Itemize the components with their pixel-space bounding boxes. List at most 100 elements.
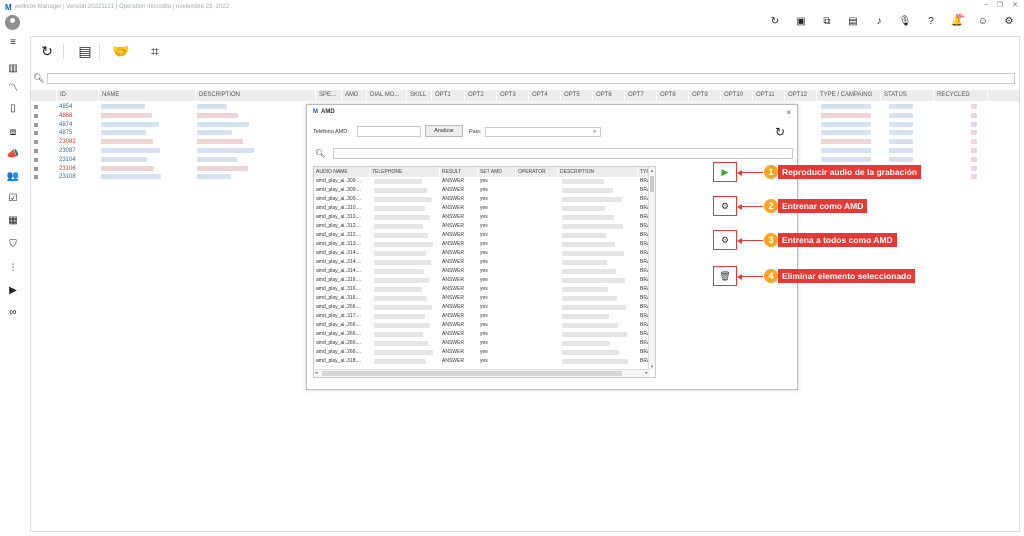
briefcase-icon[interactable]: ▣ [794,15,808,29]
row-id[interactable]: 23108 [59,173,76,181]
scroll-left-icon[interactable]: ◂ [315,370,318,376]
refresh-icon[interactable]: ↻ [37,41,57,61]
settings-icon[interactable]: ⚙ [1002,15,1016,29]
dialog-search-input[interactable] [333,148,793,159]
minimize-button[interactable]: – [984,1,988,9]
workflow-icon[interactable]: ⧈ [5,126,21,140]
amd-table-row[interactable]: amd_play_ai..266.... ANSWER yes BRA [314,348,650,357]
document-icon[interactable]: ▯ [5,102,21,116]
refresh-icon[interactable]: ↻ [768,15,782,29]
amd-table-row[interactable]: amd_play_ai..317.... ANSWER yes BRA [314,312,650,321]
refresh-icon[interactable]: ↻ [775,125,785,139]
grid-column-header[interactable]: OPT5 [561,90,593,101]
scroll-down-icon[interactable]: ▼ [650,364,654,369]
grid-column-header[interactable]: DESCRIPTION [196,90,316,101]
grid-column-header[interactable]: AMD [342,90,367,101]
bar-chart-icon[interactable]: ▥ [5,62,21,76]
amd-column-header[interactable]: DESCRIPTION [558,167,638,177]
amd-table-row[interactable]: amd_play_ai..309.... ANSWER yes BRA [314,186,650,195]
amd-table-row[interactable]: amd_play_ai..310.... ANSWER yes BRA [314,213,650,222]
grid-column-header[interactable]: OPT4 [529,90,561,101]
amd-table-row[interactable]: amd_play_ai..316.... ANSWER yes BRA [314,285,650,294]
search-icon[interactable]: 🔍︎ [33,73,47,84]
amd-table-row[interactable]: amd_play_ai..309.... ANSWER yes BRA [314,177,650,186]
amd-table-row[interactable]: amd_play_ai..266.... ANSWER yes BRA [314,339,650,348]
amd-table-row[interactable]: amd_play_ai..316.... ANSWER yes BRA [314,276,650,285]
train-amd-icon[interactable]: ⚙ [713,196,737,216]
maximize-button[interactable]: ❐ [997,1,1003,9]
amd-column-header[interactable]: TELEPHONE [370,167,440,177]
id-card-icon[interactable]: ▤ [846,15,860,29]
amd-column-header[interactable]: OPERATOR [516,167,558,177]
scroll-thumb[interactable] [322,371,622,376]
video-icon[interactable]: ▶ [5,284,21,298]
amd-table-row[interactable]: amd_play_ai..312.... ANSWER yes BRA [314,222,650,231]
menu-icon[interactable]: ≡ [5,36,21,50]
amd-column-header[interactable]: RESULT [440,167,478,177]
row-id[interactable]: 23087 [59,147,76,155]
trend-icon[interactable]: 〽 [5,82,21,96]
avatar[interactable] [5,15,20,30]
close-window-button[interactable]: ✕ [1012,1,1018,9]
amd-table-row[interactable]: amd_play_ai..318.... ANSWER yes BRA [314,357,650,366]
bell-icon[interactable]: 🔔 99+ [950,14,965,29]
grid-column-header[interactable]: OPT1 [432,90,465,101]
copy-icon[interactable]: ⧉ [820,15,834,29]
grid-column-header[interactable]: OPT10 [721,90,753,101]
add-list-icon[interactable]: ▤ [75,41,95,61]
grid-column-header[interactable]: ID [57,90,99,101]
grid-column-header[interactable]: SPE... [316,90,342,101]
amd-table-row[interactable]: amd_play_ai..266.... ANSWER yes BRA [314,303,650,312]
grid-column-header[interactable]: OPT7 [625,90,657,101]
row-id[interactable]: 23106 [59,165,76,173]
shield-icon[interactable]: ⛉ [5,238,21,252]
horizontal-scrollbar[interactable]: ◂ ▸ [314,369,650,377]
grid-column-header[interactable]: OPT12 [785,90,817,101]
scroll-thumb[interactable] [650,176,654,192]
chip-icon[interactable]: ⌗ [145,41,165,61]
row-id[interactable]: 4875 [59,129,72,137]
amd-table-row[interactable]: amd_play_ai..309.... ANSWER yes BRA [314,195,650,204]
scroll-up-icon[interactable]: ▲ [650,168,654,173]
microphone-icon[interactable]: 🎙 [898,15,912,29]
report-icon[interactable]: ▦ [5,214,21,228]
grid-column-header[interactable]: DIAL MO... [367,90,407,101]
train-all-amd-icon[interactable]: ⚙ [713,230,737,250]
amd-table-row[interactable]: amd_play_ai..266.... ANSWER yes BRA [314,321,650,330]
users-icon[interactable]: 👥 [5,170,21,184]
scroll-right-icon[interactable]: ▸ [645,370,648,376]
grid-column-header[interactable]: OPT11 [753,90,785,101]
amd-table-row[interactable]: amd_play_ai..310.... ANSWER yes BRA [314,204,650,213]
play-icon[interactable]: ▶ [713,162,737,182]
row-id[interactable]: 4854 [59,103,72,111]
amd-table-row[interactable]: amd_play_ai..266.... ANSWER yes BRA [314,330,650,339]
search-icon[interactable]: 🔍︎ [315,149,325,158]
megaphone-icon[interactable]: 📣 [5,148,21,162]
amd-table-row[interactable]: amd_play_ai..314.... ANSWER yes BRA [314,249,650,258]
grid-column-header[interactable]: OPT2 [465,90,497,101]
user-icon[interactable]: ☺ [976,15,990,29]
voicemail-icon[interactable]: ∞ [5,306,21,320]
grid-column-header[interactable]: NAME [99,90,196,101]
analizar-button[interactable]: Analizar [425,125,463,137]
row-id[interactable]: 23082 [59,138,76,146]
dialog-close-button[interactable]: × [786,108,791,117]
grid-column-header[interactable]: STATUS [881,90,934,101]
vertical-scrollbar[interactable]: ▲ ▼ [648,167,655,370]
amd-table-row[interactable]: amd_play_ai..314.... ANSWER yes BRA [314,267,650,276]
amd-table-row[interactable]: amd_play_ai..314.... ANSWER yes BRA [314,258,650,267]
amd-table-row[interactable]: amd_play_ai..312.... ANSWER yes BRA [314,231,650,240]
amd-table-row[interactable]: amd_play_ai..316.... ANSWER yes BRA [314,294,650,303]
grid-column-header[interactable]: OPT6 [593,90,625,101]
audio-wave-icon[interactable]: ⫶ [5,262,21,276]
row-id[interactable]: 23104 [59,156,76,164]
grid-column-header[interactable]: TYPE / CAMPAING [817,90,881,101]
pais-select[interactable]: ▾ [485,127,601,137]
search-input[interactable] [47,73,1015,84]
help-icon[interactable]: ? [924,15,938,29]
row-id[interactable]: 4874 [59,121,72,129]
music-icon[interactable]: ♪ [872,15,886,29]
handshake-icon[interactable]: 🤝 [111,41,131,61]
grid-column-header[interactable]: OPT8 [657,90,689,101]
amd-table-row[interactable]: amd_play_ai..313.... ANSWER yes BRA [314,240,650,249]
